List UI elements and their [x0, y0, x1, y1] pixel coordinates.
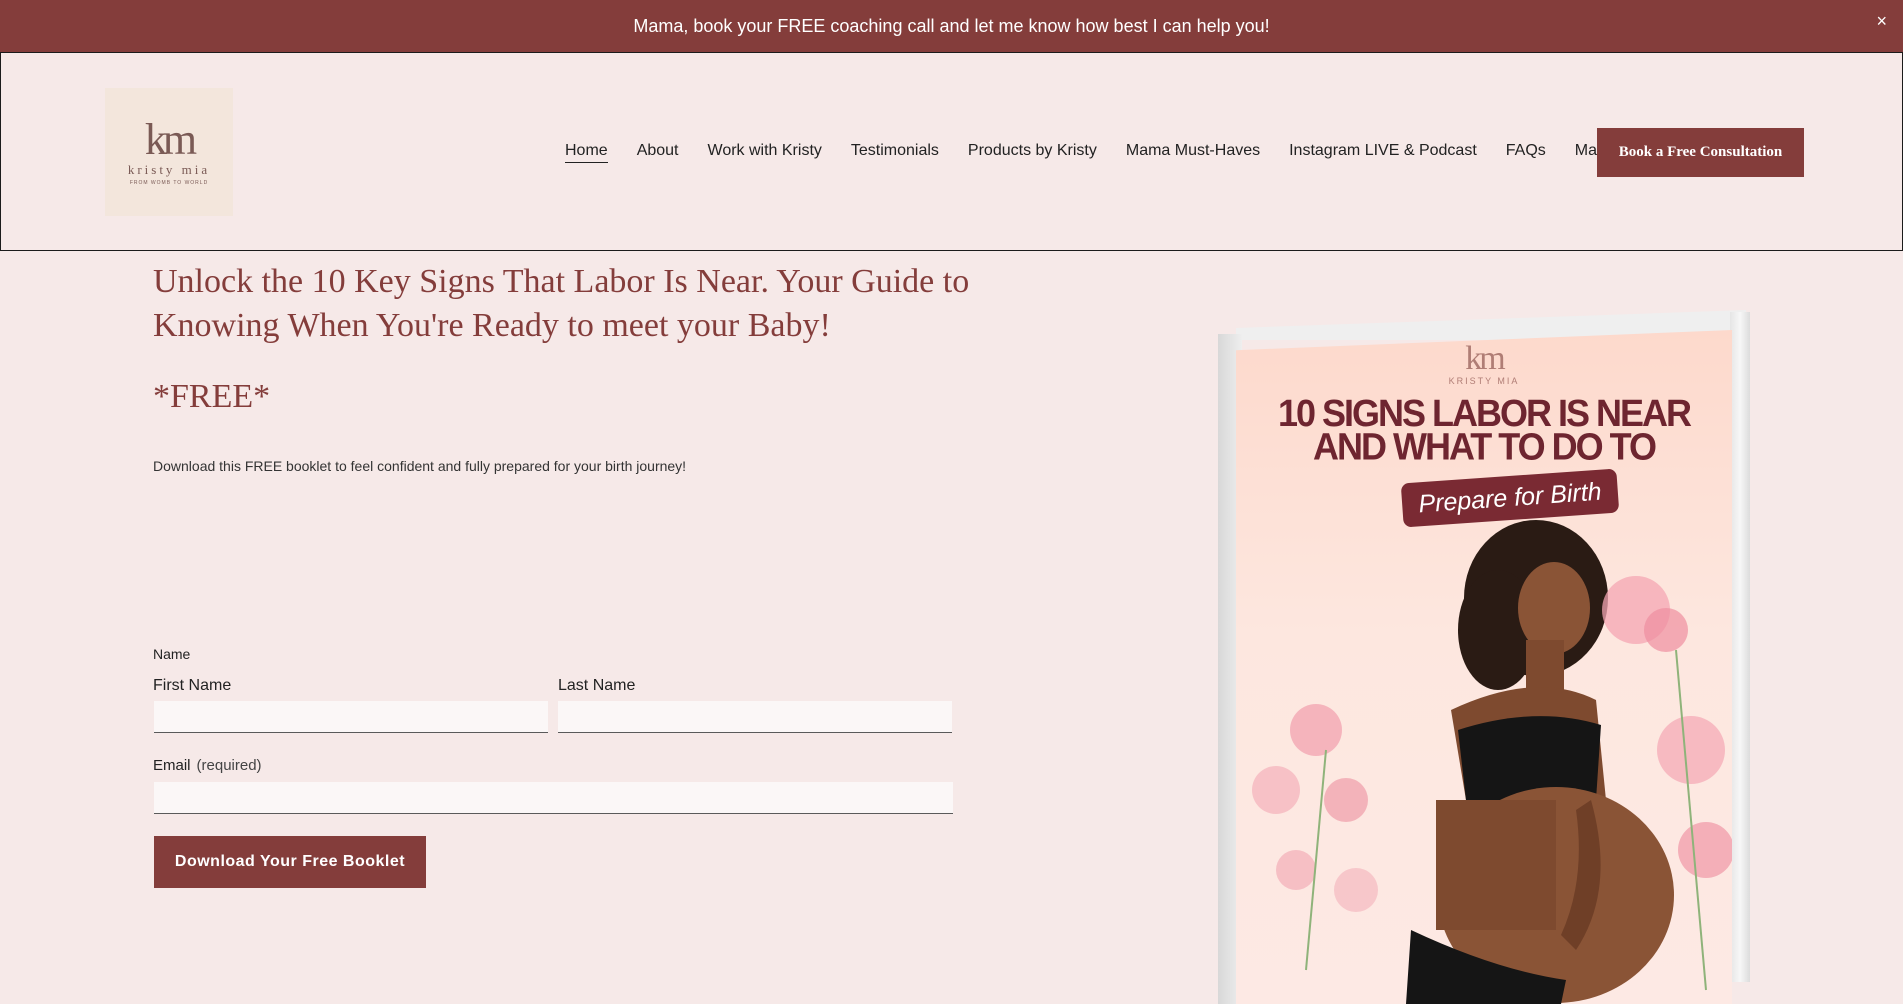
nav-about[interactable]: About [637, 142, 679, 163]
logo-monogram: km [144, 115, 197, 164]
email-label-group: Email (required) [153, 757, 262, 774]
name-label: Name [153, 646, 191, 662]
flowers-illustration [1252, 576, 1732, 991]
book-consultation-button[interactable]: Book a Free Consultation [1597, 128, 1804, 177]
close-icon[interactable]: × [1876, 12, 1887, 30]
booklet-right-edge [1730, 312, 1750, 982]
booklet-cover-image: km KRISTY MIA 10 SIGNS LABOR IS NEAR AND… [1236, 330, 1732, 1004]
site-logo[interactable]: km kristy mia FROM WOMB TO WORLD [105, 88, 233, 216]
main-nav: Home About Work with Kristy Testimonials… [565, 142, 1656, 163]
first-name-input[interactable] [154, 701, 548, 733]
download-booklet-button[interactable]: Download Your Free Booklet [154, 836, 426, 888]
description-text: Download this FREE booklet to feel confi… [153, 458, 687, 474]
announcement-text: Mama, book your FREE coaching call and l… [633, 15, 1270, 36]
last-name-input[interactable] [558, 701, 952, 733]
announcement-bar: Mama, book your FREE coaching call and l… [0, 0, 1903, 52]
first-name-label: First Name [153, 677, 232, 694]
nav-products[interactable]: Products by Kristy [968, 142, 1097, 163]
nav-testimonials[interactable]: Testimonials [851, 142, 939, 163]
site-header: km kristy mia FROM WOMB TO WORLD Home Ab… [0, 52, 1903, 251]
nav-faqs[interactable]: FAQs [1506, 142, 1546, 163]
nav-mama-must-haves[interactable]: Mama Must-Haves [1126, 142, 1260, 163]
free-label: *FREE* [153, 378, 271, 415]
nav-instagram-podcast[interactable]: Instagram LIVE & Podcast [1289, 142, 1477, 163]
logo-tagline: FROM WOMB TO WORLD [129, 180, 209, 186]
page-headline: Unlock the 10 Key Signs That Labor Is Ne… [153, 263, 970, 344]
required-label: (required) [196, 757, 262, 774]
email-label: Email [153, 757, 191, 774]
logo-name: kristy mia [127, 162, 211, 177]
email-input[interactable] [154, 782, 953, 814]
last-name-label: Last Name [558, 677, 636, 694]
nav-work-with-kristy[interactable]: Work with Kristy [708, 142, 822, 163]
nav-home[interactable]: Home [565, 142, 608, 163]
